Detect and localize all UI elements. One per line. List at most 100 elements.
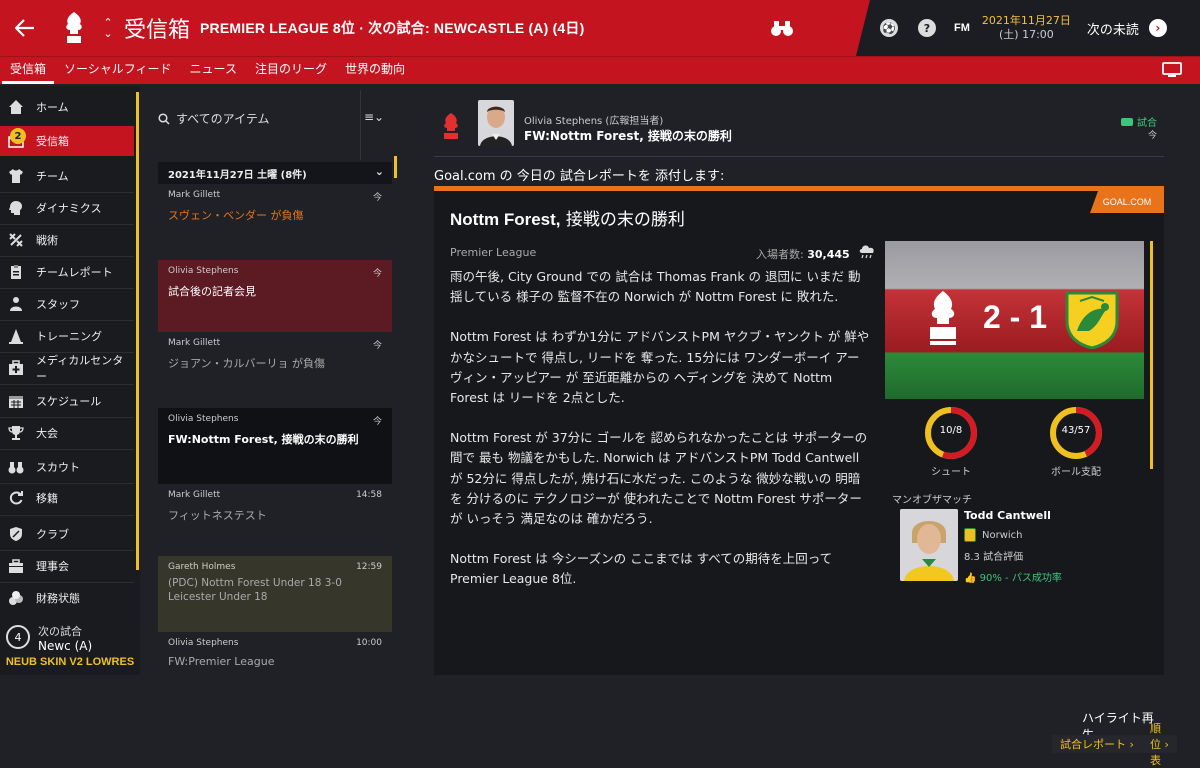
sidebar-item-label: 財務状態 <box>36 592 80 605</box>
up-down-arrows-icon[interactable]: ⌃ ⌄ <box>98 17 118 39</box>
shots-stat[interactable]: 10/8 シュート <box>921 405 981 478</box>
sidebar-item-label: チームレポート <box>36 266 113 279</box>
chevron-down-icon[interactable]: ⌄ <box>375 165 384 178</box>
league-table-button[interactable]: 順位表 › <box>1142 722 1177 767</box>
sidebar: ホーム 受信箱 2 チーム ダイナミクス 戦術 チームレポート スタッフ トレー… <box>0 86 140 675</box>
world-icon[interactable]: ⚽ <box>880 19 898 37</box>
back-button[interactable] <box>0 0 50 56</box>
next-match-label: 次の試合 <box>38 625 82 638</box>
sidebar-scrollbar[interactable] <box>136 92 139 570</box>
help-icon[interactable]: ? <box>918 19 936 37</box>
player-photo[interactable] <box>900 509 958 581</box>
coins-icon <box>8 590 24 606</box>
headline-team: Nottm Forest, <box>450 210 561 229</box>
headline-rest: 接戦の末の勝利 <box>560 210 685 230</box>
list-item[interactable]: Olivia Stephens 今 試合後の記者会見 <box>158 260 392 332</box>
sidebar-item-label: 理事会 <box>36 560 69 573</box>
sidebar-item-label: クラブ <box>36 528 69 541</box>
sidebar-item-club[interactable]: クラブ <box>0 519 134 549</box>
list-item[interactable]: Olivia Stephens 今 FW:Nottm Forest, 接戦の末の… <box>158 408 392 484</box>
sidebar-item-dynamics[interactable]: ダイナミクス <box>0 193 134 223</box>
category-tag[interactable]: 試合 <box>1121 114 1157 129</box>
next-match-opponent: Newc (A) <box>38 639 93 653</box>
sidebar-item-schedule[interactable]: スケジュール <box>0 386 134 416</box>
source-badge[interactable]: GOAL.COM <box>1090 191 1164 213</box>
sidebar-item-transfers[interactable]: 移籍 <box>0 483 134 513</box>
motm-club[interactable]: Norwich <box>964 528 1023 542</box>
attendance-value: 30,445 <box>807 248 850 261</box>
attendance: 入場者数: 30,445 <box>756 246 850 262</box>
inbox-filter[interactable]: すべてのアイテム <box>158 110 269 127</box>
sidebar-item-team[interactable]: チーム <box>0 161 134 191</box>
tab-world-trends[interactable]: 世界の動向 <box>337 60 413 84</box>
divider <box>360 90 361 160</box>
message-subject: FW:Nottm Forest, 接戦の末の勝利 <box>168 433 359 446</box>
binoculars-icon[interactable] <box>770 16 794 40</box>
match-score-card[interactable]: 2 - 1 <box>885 241 1144 399</box>
sidebar-item-label: ホーム <box>36 101 69 114</box>
game-date[interactable]: 2021年11月27日 (土) 17:00 <box>982 14 1071 42</box>
next-match-widget[interactable]: 4 次の試合 Newc (A) <box>0 621 134 661</box>
match-report-button[interactable]: 試合レポート › <box>1052 735 1142 753</box>
tab-featured-leagues[interactable]: 注目のリーグ <box>247 60 335 84</box>
sidebar-item-staff[interactable]: スタッフ <box>0 289 134 319</box>
tab-news[interactable]: ニュース <box>182 60 245 84</box>
competition-name[interactable]: Premier League <box>450 246 536 259</box>
list-item[interactable]: Olivia Stephens 10:00 FW:Premier League <box>158 632 392 675</box>
sidebar-item-scouting[interactable]: スカウト <box>0 452 134 482</box>
sidebar-item-tactics[interactable]: 戦術 <box>0 225 134 255</box>
game-date-day: 2021年11月27日 <box>981 14 1071 27</box>
message-subject: スヴェン・ベンダー が負傷 <box>168 209 304 222</box>
message-from: Olivia Stephens <box>168 414 239 424</box>
sort-menu-icon[interactable]: ≡⌄ <box>364 110 384 124</box>
sidebar-item-team-report[interactable]: チームレポート <box>0 257 134 287</box>
next-unread-button[interactable]: 次の未読 <box>1087 19 1139 38</box>
article-paragraph: Nottm Forest が 37分に ゴールを 認められなかったことは サポー… <box>450 430 868 527</box>
shots-ring: 10/8 <box>923 405 979 461</box>
final-score: 2 - 1 <box>982 299 1048 335</box>
list-item[interactable]: Gareth Holmes 12:59 (PDC) Nottm Forest U… <box>158 556 392 632</box>
sender-photo[interactable] <box>478 100 514 146</box>
inbox-scrollbar[interactable] <box>394 156 397 178</box>
man-of-the-match-header: マンオブザマッチ <box>892 495 972 506</box>
trophy-icon <box>8 425 24 441</box>
sidebar-item-training[interactable]: トレーニング <box>0 321 134 351</box>
list-item[interactable]: Mark Gillett 今 ジョアン・カルバーリョ が負傷 <box>158 332 392 408</box>
motm-player-name[interactable]: Todd Cantwell <box>964 509 1051 522</box>
divider <box>0 384 134 385</box>
tab-social-feed[interactable]: ソーシャルフィード <box>56 60 180 84</box>
sidebar-item-competitions[interactable]: 大会 <box>0 418 134 448</box>
article-paragraph: 雨の午後, City Ground での 試合は Thomas Frank の … <box>450 269 861 305</box>
message-time: 今 <box>372 341 382 351</box>
message-subject: ジョアン・カルバーリョ が負傷 <box>168 357 326 370</box>
sidebar-item-label: 受信箱 <box>36 135 69 148</box>
match-report-label: 試合レポート <box>1060 738 1126 751</box>
article-scrollbar[interactable] <box>1150 241 1153 469</box>
sidebar-item-label: 戦術 <box>36 234 58 247</box>
next-arrow-icon[interactable]: › <box>1148 19 1167 37</box>
sidebar-item-board[interactable]: 理事会 <box>0 551 134 581</box>
sender-name[interactable]: Olivia Stephens (広報担当者) <box>524 112 663 127</box>
page-subtitle: PREMIER LEAGUE 8位 · 次の試合: NEWCASTLE (A) … <box>200 20 585 36</box>
possession-stat[interactable]: 43/57 ボール支配 <box>1046 405 1106 478</box>
message-time: 今 <box>372 417 382 427</box>
attendance-label: 入場者数: <box>756 248 804 261</box>
tab-inbox[interactable]: 受信箱 <box>2 60 55 84</box>
binoculars-icon <box>8 459 24 475</box>
sidebar-item-finances[interactable]: 財務状態 <box>0 583 134 613</box>
fm-menu[interactable]: FM <box>954 22 970 34</box>
sidebar-item-label: トレーニング <box>36 330 102 343</box>
tactics-icon <box>8 232 24 248</box>
sidebar-item-medical[interactable]: メディカルセンター <box>0 353 134 383</box>
skin-name: NEUB SKIN V2 LOWRES <box>5 656 135 668</box>
message-time: 14:58 <box>356 490 382 500</box>
date-group-header[interactable]: 2021年11月27日 土曜 (8件) ⌄ <box>158 162 392 184</box>
list-item[interactable]: Mark Gillett 今 スヴェン・ベンダー が負傷 <box>158 184 392 260</box>
tv-icon[interactable] <box>1162 62 1182 78</box>
message-from: Mark Gillett <box>168 490 221 500</box>
list-item[interactable]: Mark Gillett 14:58 フィットネステスト <box>158 484 392 556</box>
club-badge-icon <box>964 528 976 542</box>
top-right-panel: ⚽ ? FM 2021年11月27日 (土) 17:00 次の未読 › <box>856 0 1200 56</box>
club-crest-icon[interactable] <box>50 0 98 56</box>
sidebar-item-home[interactable]: ホーム <box>0 92 134 122</box>
